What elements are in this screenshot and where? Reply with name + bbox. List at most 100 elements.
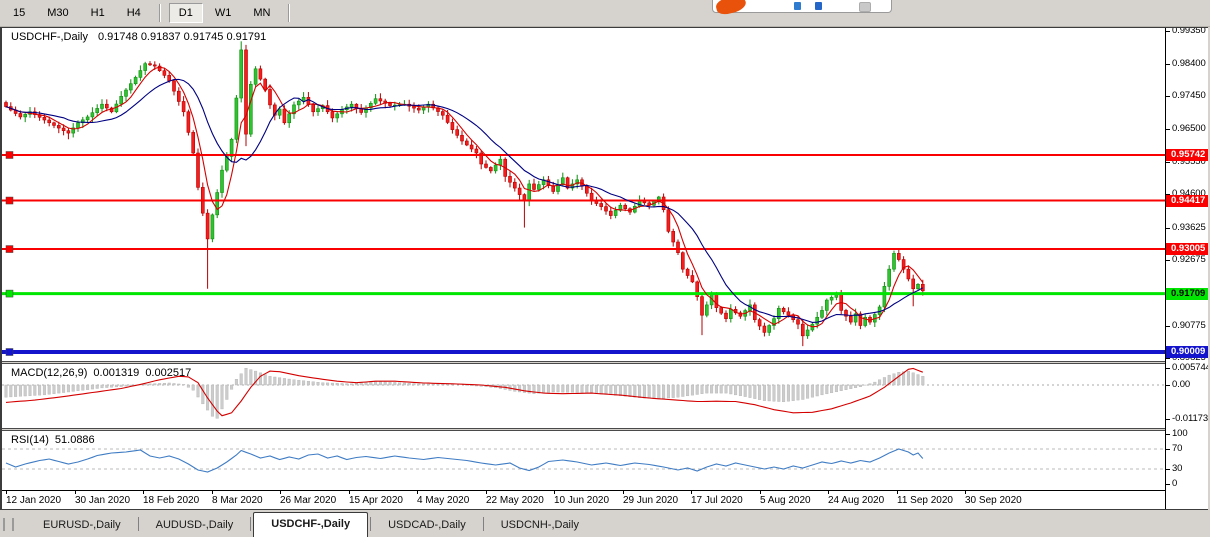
date-label: 30 Sep 2020 [965, 495, 1022, 506]
price-pane[interactable]: USDCHF-,Daily 0.91748 0.91837 0.91745 0.9… [2, 28, 1165, 361]
date-label: 10 Jun 2020 [554, 495, 609, 506]
price-tick-label: 0.92675 [1172, 254, 1206, 265]
timeframe-button-W1[interactable]: W1 [205, 3, 242, 23]
date-tick [691, 491, 692, 494]
axis-tick [1166, 368, 1170, 369]
macd-signal-value: 0.002517 [145, 367, 191, 379]
timeframe-button-D1[interactable]: D1 [169, 3, 203, 23]
date-tick [965, 491, 966, 494]
rsi-label: RSI(14)51.0886 [11, 434, 101, 446]
axis-tick [1166, 434, 1170, 435]
chart-ohlc-values: 0.91748 0.91837 0.91745 0.91791 [98, 31, 266, 43]
date-label: 17 Jul 2020 [691, 495, 743, 506]
price-level-badge: 0.94417 [1166, 195, 1208, 207]
axis-tick [1166, 385, 1170, 386]
date-tick [6, 491, 7, 494]
axis-tick [1166, 31, 1170, 32]
tab-eurusddaily[interactable]: EURUSD-,Daily [28, 514, 136, 537]
axis-tick [1166, 469, 1170, 470]
price-level-badge: 0.90009 [1166, 346, 1208, 358]
timeframe-button-H4[interactable]: H4 [117, 3, 151, 23]
macd-main-value: 0.001319 [93, 367, 139, 379]
date-label: 29 Jun 2020 [623, 495, 678, 506]
date-tick [760, 491, 761, 494]
date-tick [897, 491, 898, 494]
rsi-pane[interactable]: RSI(14)51.0886 [2, 431, 1165, 490]
date-tick [554, 491, 555, 494]
axis-tick [1166, 96, 1170, 97]
timeframe-button-MN[interactable]: MN [243, 3, 280, 23]
macd-name: MACD(12,26,9) [11, 367, 87, 379]
price-tick-label: 0.97450 [1172, 90, 1206, 101]
date-tick [349, 491, 350, 494]
date-tick [280, 491, 281, 494]
blue-glyph-icon [794, 2, 801, 10]
chart-title: USDCHF-,Daily 0.91748 0.91837 0.91745 0.9… [11, 31, 272, 43]
chart-window: USDCHF-,Daily 0.91748 0.91837 0.91745 0.9… [0, 27, 1208, 510]
date-label: 12 Jan 2020 [6, 495, 61, 506]
date-label: 8 Mar 2020 [212, 495, 263, 506]
tab-audusddaily[interactable]: AUDUSD-,Daily [141, 514, 249, 537]
tab-separator [138, 517, 139, 531]
macd-pane[interactable]: MACD(12,26,9) 0.001319 0.002517 [2, 364, 1165, 428]
axis-tick [1166, 162, 1170, 163]
price-tick-label: 0.90775 [1172, 320, 1206, 331]
price-level-badge: 0.95742 [1166, 149, 1208, 161]
date-label: 22 May 2020 [486, 495, 544, 506]
date-tick [486, 491, 487, 494]
axis-tick [1166, 484, 1170, 485]
date-label: 5 Aug 2020 [760, 495, 811, 506]
macd-label: MACD(12,26,9) 0.001319 0.002517 [11, 367, 197, 379]
rsi-value: 51.0886 [55, 434, 95, 446]
date-tick [828, 491, 829, 494]
tab-usdchfdaily[interactable]: USDCHF-,Daily [253, 512, 368, 537]
date-label: 11 Sep 2020 [897, 495, 953, 506]
axis-tick [1166, 326, 1170, 327]
price-tick-label: 0.99350 [1172, 28, 1206, 36]
price-axis[interactable]: 0.993500.984000.974500.965000.955500.946… [1165, 28, 1208, 509]
macd-axis-label: -0.011738 [1172, 413, 1208, 424]
date-tick [212, 491, 213, 494]
rsi-axis-label: 70 [1172, 443, 1182, 454]
axis-tick [1166, 64, 1170, 65]
axis-tick [1166, 129, 1170, 130]
date-axis[interactable]: 12 Jan 202030 Jan 202018 Feb 20208 Mar 2… [2, 491, 1165, 509]
rsi-axis-label: 0 [1172, 478, 1177, 489]
axis-tick [1166, 358, 1170, 359]
date-label: 24 Aug 2020 [828, 495, 884, 506]
price-level-badge: 0.91709 [1166, 288, 1208, 300]
chart-symbol-label: USDCHF-,Daily [11, 31, 88, 43]
date-label: 26 Mar 2020 [280, 495, 336, 506]
toolbar-separator [159, 4, 161, 22]
tab-separator [483, 517, 484, 531]
date-tick [623, 491, 624, 494]
date-label: 18 Feb 2020 [143, 495, 199, 506]
axis-tick [1166, 449, 1170, 450]
date-label: 15 Apr 2020 [349, 495, 403, 506]
floating-widget[interactable] [712, 0, 892, 13]
toolbar-separator [288, 4, 290, 22]
price-tick-label: 0.96500 [1172, 123, 1206, 134]
timeframe-button-15[interactable]: 15 [3, 3, 35, 23]
price-level-badge: 0.93005 [1166, 243, 1208, 255]
tab-usdcaddaily[interactable]: USDCAD-,Daily [373, 514, 481, 537]
timeframe-button-M30[interactable]: M30 [37, 3, 78, 23]
price-tick-label: 0.93625 [1172, 222, 1206, 233]
timeframe-buttons: 15M30H1H4 D1W1MN [2, 3, 297, 23]
tabbar-grip-icon [3, 518, 14, 531]
price-tick-label: 0.98400 [1172, 58, 1206, 69]
timeframe-button-H1[interactable]: H1 [81, 3, 115, 23]
tab-separator [250, 517, 251, 531]
axis-tick [1166, 419, 1170, 420]
tab-usdcnhdaily[interactable]: USDCNH-,Daily [486, 514, 594, 537]
axis-tick [1166, 228, 1170, 229]
blue-glyph-icon [815, 2, 822, 10]
mt4-terminal: 15M30H1H4 D1W1MN USDCHF-,Daily 0.91748 0.9… [0, 0, 1210, 537]
axis-tick [1166, 260, 1170, 261]
rsi-axis-label: 100 [1172, 428, 1188, 439]
rsi-axis-label: 30 [1172, 463, 1182, 474]
macd-axis-label: 0.00 [1172, 379, 1190, 390]
tab-separator [370, 517, 371, 531]
date-label: 4 May 2020 [417, 495, 469, 506]
gray-button-icon [859, 2, 871, 12]
